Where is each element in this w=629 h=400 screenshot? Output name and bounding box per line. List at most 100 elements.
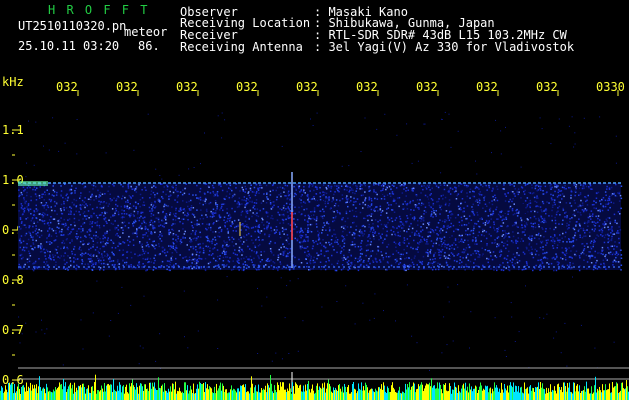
signal-bar bbox=[208, 389, 209, 400]
noise-speck bbox=[90, 258, 92, 260]
noise-speck bbox=[134, 232, 136, 234]
noise-speck bbox=[449, 187, 452, 189]
noise-speck bbox=[517, 212, 520, 214]
noise-speck bbox=[536, 211, 539, 214]
signal-bar bbox=[12, 384, 13, 400]
sparse-speck bbox=[532, 228, 534, 230]
noise-speck bbox=[154, 247, 156, 250]
noise-speck bbox=[253, 202, 256, 204]
noise-speck bbox=[65, 194, 67, 197]
noise-speck bbox=[560, 190, 563, 192]
noise-speck bbox=[427, 253, 429, 255]
noise-speck bbox=[215, 220, 218, 222]
noise-speck bbox=[566, 241, 568, 243]
noise-speck bbox=[541, 227, 543, 229]
signal-bar bbox=[301, 391, 302, 400]
noise-speck bbox=[313, 189, 315, 192]
noise-speck bbox=[489, 251, 492, 254]
noise-speck bbox=[244, 191, 246, 193]
noise-speck bbox=[492, 188, 494, 191]
noise-speck bbox=[416, 264, 418, 266]
noise-speck bbox=[417, 220, 419, 222]
noise-speck bbox=[262, 208, 265, 210]
noise-speck bbox=[512, 231, 514, 233]
noise-speck bbox=[204, 269, 207, 272]
noise-speck bbox=[480, 184, 482, 186]
noise-speck bbox=[439, 184, 442, 186]
noise-speck bbox=[108, 203, 110, 205]
noise-speck bbox=[212, 186, 215, 189]
signal-bar bbox=[350, 393, 351, 400]
signal-bar bbox=[459, 391, 460, 400]
noise-speck bbox=[620, 197, 623, 200]
signal-bar bbox=[365, 382, 366, 400]
signal-bar bbox=[176, 393, 177, 400]
noise-speck bbox=[370, 255, 372, 257]
sparse-speck bbox=[122, 218, 123, 220]
noise-speck bbox=[426, 238, 428, 241]
signal-bar bbox=[154, 382, 155, 400]
noise-speck bbox=[141, 222, 143, 225]
signal-bar bbox=[476, 386, 477, 400]
noise-speck bbox=[89, 221, 92, 223]
noise-speck bbox=[341, 235, 343, 237]
noise-speck bbox=[492, 210, 495, 213]
noise-speck bbox=[360, 194, 363, 197]
signal-bar bbox=[339, 383, 340, 400]
noise-speck bbox=[307, 250, 309, 252]
noise-speck bbox=[313, 198, 315, 200]
noise-speck bbox=[152, 204, 155, 206]
noise-speck bbox=[241, 203, 243, 205]
noise-speck bbox=[463, 215, 466, 217]
noise-speck bbox=[508, 269, 511, 272]
noise-speck bbox=[243, 257, 245, 260]
noise-speck bbox=[429, 206, 432, 208]
noise-speck bbox=[198, 255, 200, 257]
noise-speck bbox=[556, 247, 558, 249]
noise-speck bbox=[346, 199, 349, 202]
noise-speck bbox=[612, 264, 614, 266]
sparse-speck bbox=[76, 119, 78, 120]
noise-speck bbox=[614, 219, 616, 222]
noise-speck bbox=[134, 266, 137, 269]
noise-speck bbox=[520, 238, 523, 240]
noise-speck bbox=[533, 237, 536, 239]
noise-speck bbox=[80, 231, 82, 233]
signal-bar bbox=[99, 391, 100, 400]
noise-speck bbox=[86, 268, 88, 270]
noise-speck bbox=[503, 257, 506, 260]
noise-speck bbox=[94, 237, 97, 240]
noise-speck bbox=[141, 197, 144, 199]
noise-speck bbox=[546, 251, 548, 254]
noise-speck bbox=[522, 240, 524, 242]
sparse-speck bbox=[555, 331, 557, 333]
noise-speck bbox=[384, 238, 386, 240]
noise-speck bbox=[238, 246, 241, 249]
noise-speck bbox=[277, 268, 279, 270]
noise-speck bbox=[137, 211, 139, 213]
noise-speck bbox=[184, 230, 186, 233]
sparse-speck bbox=[444, 111, 446, 113]
noise-speck bbox=[554, 226, 557, 229]
noise-speck bbox=[429, 258, 432, 261]
noise-speck bbox=[285, 218, 287, 221]
noise-speck bbox=[493, 199, 496, 201]
noise-speck bbox=[47, 193, 50, 196]
noise-speck bbox=[286, 185, 289, 187]
noise-speck bbox=[590, 247, 593, 250]
noise-speck bbox=[105, 263, 107, 265]
noise-speck bbox=[275, 189, 277, 192]
noise-speck bbox=[486, 257, 488, 260]
signal-bar bbox=[284, 389, 285, 400]
noise-speck bbox=[518, 210, 520, 213]
noise-speck bbox=[199, 257, 201, 260]
noise-speck bbox=[164, 252, 166, 254]
noise-speck bbox=[91, 193, 93, 196]
noise-speck bbox=[109, 256, 111, 259]
noise-speck bbox=[511, 261, 513, 264]
noise-speck bbox=[434, 261, 437, 263]
noise-speck bbox=[588, 213, 591, 215]
noise-speck bbox=[322, 208, 324, 211]
noise-speck bbox=[601, 227, 604, 230]
noise-speck bbox=[56, 213, 58, 215]
